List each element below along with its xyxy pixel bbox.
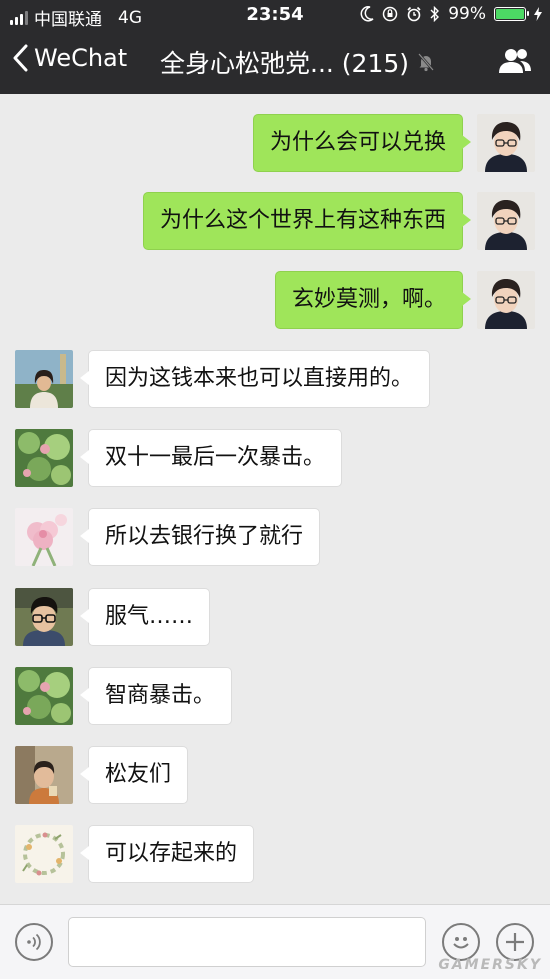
me-avatar[interactable] xyxy=(477,192,535,250)
outgoing-message-bubble[interactable]: 为什么这个世界上有这种东西 xyxy=(142,192,472,250)
battery-percent: 99% xyxy=(448,4,486,24)
incoming-message-bubble[interactable]: 双十一最后一次暴击。 xyxy=(79,429,343,487)
plus-icon xyxy=(506,933,524,951)
chat-message-row: 玄妙莫测，啊。 xyxy=(274,271,535,329)
voice-button[interactable] xyxy=(15,923,53,961)
input-bar: GAMERSKY xyxy=(0,904,550,979)
battery-fill xyxy=(496,9,524,19)
message-input[interactable] xyxy=(68,917,426,967)
watermark: GAMERSKY xyxy=(438,957,542,973)
status-right: 99% xyxy=(360,4,542,24)
charging-icon xyxy=(534,7,542,21)
back-label: WeChat xyxy=(34,44,128,72)
moon-icon xyxy=(360,6,374,22)
status-bar: 中国联通 4G 23:54 99% xyxy=(0,0,550,30)
chat-message-row: 因为这钱本来也可以直接用的。 xyxy=(15,350,431,408)
chat-message-row: 为什么这个世界上有这种东西 xyxy=(142,192,535,250)
emoji-icon xyxy=(453,937,469,949)
me-avatar[interactable] xyxy=(477,114,535,172)
plant-avatar[interactable] xyxy=(15,667,73,725)
group-members-icon xyxy=(499,49,531,73)
incoming-message-bubble[interactable]: 所以去银行换了就行 xyxy=(79,508,321,566)
alarm-icon xyxy=(407,6,421,22)
outgoing-message-bubble[interactable]: 为什么会可以兑换 xyxy=(252,114,472,172)
girl-avatar[interactable] xyxy=(15,350,73,408)
flower-avatar[interactable] xyxy=(15,508,73,566)
emoji-button[interactable] xyxy=(442,923,480,961)
chevron-left-icon xyxy=(13,44,28,72)
me-avatar[interactable] xyxy=(477,271,535,329)
chat-message-row: 智商暴击。 xyxy=(15,667,233,725)
chat-message-row: 服气…… xyxy=(15,588,211,646)
incoming-message-bubble[interactable]: 松友们 xyxy=(79,746,189,804)
incoming-message-bubble[interactable]: 可以存起来的 xyxy=(79,825,255,883)
incoming-message-bubble[interactable]: 服气…… xyxy=(79,588,211,646)
chat-info-button[interactable] xyxy=(498,46,532,80)
rotation-lock-icon xyxy=(382,6,398,22)
bluetooth-icon xyxy=(430,6,440,22)
voice-icon xyxy=(27,933,41,951)
glasses-avatar[interactable] xyxy=(15,588,73,646)
chat-area[interactable]: 为什么会可以兑换为什么这个世界上有这种东西玄妙莫测，啊。因为这钱本来也可以直接用… xyxy=(0,94,550,904)
incoming-message-bubble[interactable]: 智商暴击。 xyxy=(79,667,233,725)
chat-message-row: 双十一最后一次暴击。 xyxy=(15,429,343,487)
outgoing-message-bubble[interactable]: 玄妙莫测，啊。 xyxy=(274,271,472,329)
wreath-avatar[interactable] xyxy=(15,825,73,883)
more-button[interactable] xyxy=(496,923,534,961)
child-avatar[interactable] xyxy=(15,746,73,804)
mute-icon xyxy=(418,53,434,72)
chat-message-row: 可以存起来的 xyxy=(15,825,255,883)
plant-avatar[interactable] xyxy=(15,429,73,487)
chat-message-row: 松友们 xyxy=(15,746,189,804)
incoming-message-bubble[interactable]: 因为这钱本来也可以直接用的。 xyxy=(79,350,431,408)
battery-icon xyxy=(494,7,529,21)
chat-message-row: 所以去银行换了就行 xyxy=(15,508,321,566)
chat-title: 全身心松弛党... (215) xyxy=(160,44,435,80)
chat-message-row: 为什么会可以兑换 xyxy=(252,114,535,172)
chat-title-text: 全身心松弛党... (215) xyxy=(160,49,410,78)
back-button[interactable]: WeChat xyxy=(12,44,127,72)
nav-bar: WeChat 全身心松弛党... (215) xyxy=(0,30,550,94)
